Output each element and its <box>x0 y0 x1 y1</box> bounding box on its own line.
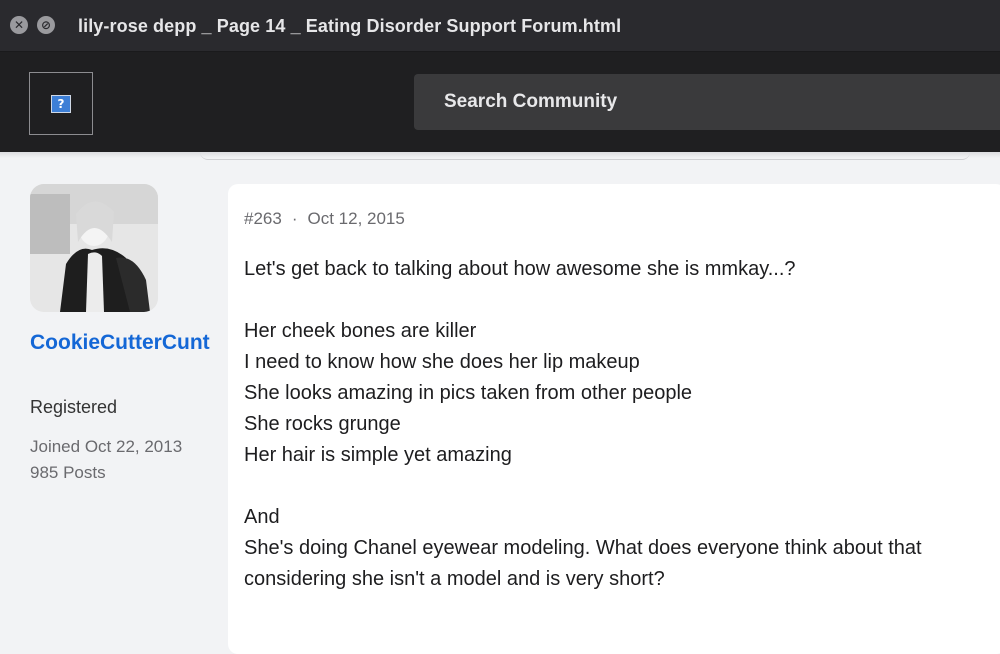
post-number-link[interactable]: #263 <box>244 209 282 228</box>
post-date[interactable]: Oct 12, 2015 <box>308 209 405 228</box>
post-author-panel: CookieCutterCunt Registered Joined Oct 2… <box>0 158 226 636</box>
post-line: Her hair is simple yet amazing <box>244 444 512 466</box>
window-titlebar: ✕ ⊘ lily-rose depp _ Page 14 _ Eating Di… <box>0 0 1000 52</box>
site-logo[interactable]: ? <box>29 72 93 135</box>
author-username[interactable]: CookieCutterCunt <box>30 326 210 360</box>
post-line: And <box>244 506 280 528</box>
broken-image-icon: ? <box>51 95 71 113</box>
site-header: ? Search Community <box>0 52 1000 152</box>
avatar[interactable] <box>30 184 158 312</box>
post-line: She's doing Chanel eyewear modeling. Wha… <box>244 537 922 590</box>
post-line: I need to know how she does her lip make… <box>244 351 640 373</box>
window-title: lily-rose depp _ Page 14 _ Eating Disord… <box>78 16 622 36</box>
post-line: Let's get back to talking about how awes… <box>244 258 796 280</box>
post-body: Let's get back to talking about how awes… <box>244 254 984 595</box>
post-card: #263 · Oct 12, 2015 Let's get back to talk… <box>228 184 1000 654</box>
post-line: Her cheek bones are killer <box>244 320 477 342</box>
post-meta: #263 · Oct 12, 2015 <box>244 208 405 230</box>
search-community-input[interactable]: Search Community <box>414 74 1000 130</box>
meta-separator: · <box>291 209 298 228</box>
author-role: Registered <box>30 397 118 417</box>
close-window-icon[interactable]: ✕ <box>10 16 28 34</box>
minimize-window-icon[interactable]: ⊘ <box>37 16 55 34</box>
post-line: She looks amazing in pics taken from oth… <box>244 382 693 404</box>
author-post-count: 985 Posts <box>30 463 106 482</box>
author-joined-date: Joined Oct 22, 2013 <box>30 437 183 456</box>
post-line: She rocks grunge <box>244 413 401 435</box>
